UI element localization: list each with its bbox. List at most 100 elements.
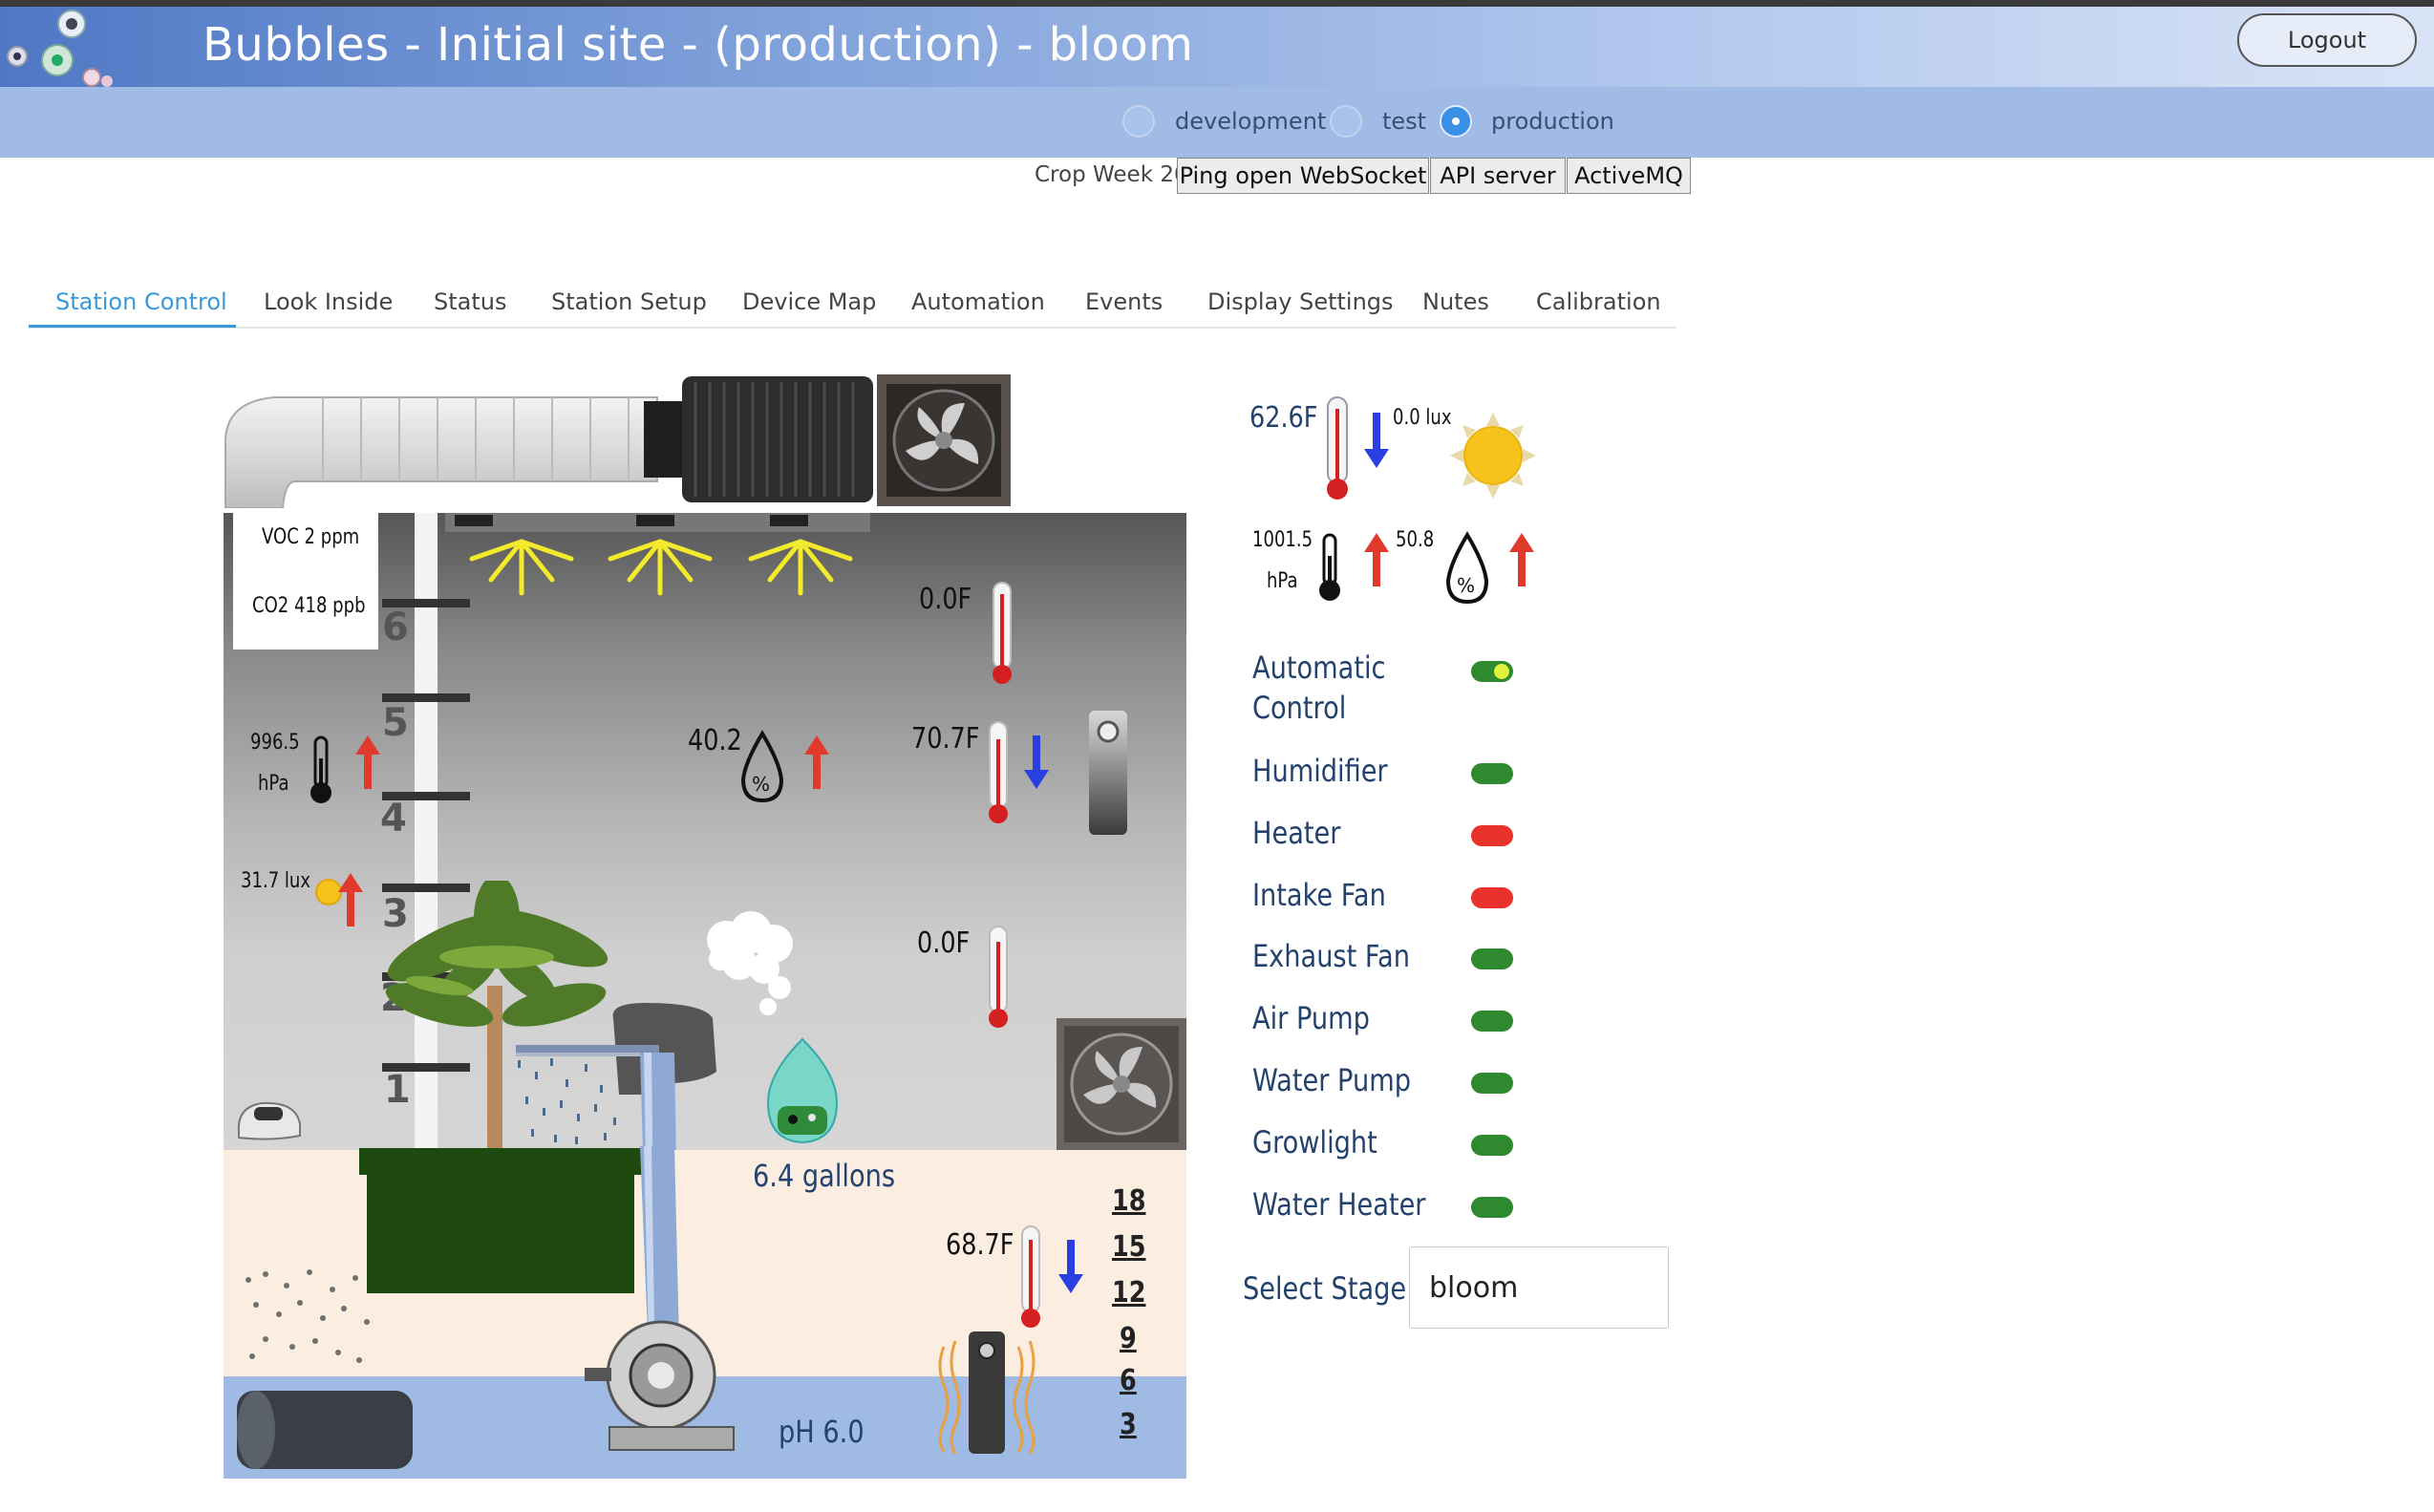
mist-icon bbox=[707, 911, 793, 1015]
tab-station-control[interactable]: Station Control bbox=[55, 288, 227, 315]
water-heater-toggle[interactable] bbox=[1471, 1197, 1513, 1218]
outside-humidity-reading: 50.8 bbox=[1396, 528, 1435, 552]
api-server-button[interactable]: API server bbox=[1430, 158, 1566, 194]
tab-events[interactable]: Events bbox=[1085, 288, 1163, 315]
arrow-down-icon bbox=[1364, 413, 1389, 468]
arrow-down-icon bbox=[1058, 1240, 1083, 1293]
temp-mid-reading: 70.7F bbox=[911, 722, 980, 756]
humidifier-icon bbox=[766, 1037, 839, 1144]
arrow-up-icon bbox=[1509, 533, 1534, 586]
ping-websocket-button[interactable]: Ping open WebSocket bbox=[1177, 158, 1429, 194]
svg-text:%: % bbox=[752, 773, 770, 796]
outside-lux-reading: 0.0 lux bbox=[1393, 406, 1452, 430]
app-header: Bubbles - Initial site - (production) - … bbox=[0, 7, 2434, 87]
reservoir-volume: 6.4 gallons bbox=[753, 1158, 896, 1194]
tab-nutes[interactable]: Nutes bbox=[1422, 288, 1489, 315]
arrow-up-icon bbox=[804, 735, 829, 789]
humidity-drop-icon: % bbox=[740, 730, 784, 803]
temp-low-reading: 0.0F bbox=[917, 926, 971, 960]
automatic-control-toggle[interactable] bbox=[1471, 661, 1513, 682]
stage-select-value: bloom bbox=[1429, 1270, 1519, 1305]
ruler-label: 5 bbox=[382, 701, 409, 745]
select-stage-label: Select Stage bbox=[1243, 1270, 1407, 1307]
pressure-unit: hPa bbox=[258, 772, 289, 796]
humidity-reading: 40.2 bbox=[688, 724, 742, 757]
humidity-drop-icon: % bbox=[1445, 531, 1489, 605]
app-title: Bubbles - Initial site - (production) - … bbox=[203, 18, 1194, 72]
co2-reading: CO2 418 ppb bbox=[252, 594, 366, 618]
heater-icon bbox=[1089, 711, 1127, 835]
control-label-heater: Heater bbox=[1252, 815, 1341, 851]
humidifier-toggle[interactable] bbox=[1471, 763, 1513, 784]
pressure-value: 996.5 bbox=[250, 731, 300, 755]
ruler-label: 4 bbox=[380, 797, 407, 841]
voc-reading: VOC 2 ppm bbox=[262, 525, 360, 549]
control-label-exhaust-fan: Exhaust Fan bbox=[1252, 938, 1410, 974]
pump-motor-icon bbox=[585, 1320, 735, 1451]
tab-station-setup[interactable]: Station Setup bbox=[551, 288, 707, 315]
light-reading: 31.7 lux bbox=[241, 869, 311, 893]
control-label-growlight: Growlight bbox=[1252, 1124, 1377, 1161]
radio-production[interactable] bbox=[1440, 105, 1472, 138]
thermometer-icon bbox=[989, 926, 1008, 1028]
env-label-development: development bbox=[1175, 108, 1327, 135]
svg-text:%: % bbox=[1457, 574, 1475, 597]
heater-toggle[interactable] bbox=[1471, 825, 1513, 846]
control-label-automatic-2: Control bbox=[1252, 690, 1347, 726]
tab-calibration[interactable]: Calibration bbox=[1536, 288, 1661, 315]
water-temp-reading: 68.7F bbox=[946, 1228, 1014, 1262]
control-label-intake-fan: Intake Fan bbox=[1252, 877, 1386, 913]
control-label-automatic: Automatic bbox=[1252, 650, 1386, 686]
temp-top-reading: 0.0F bbox=[919, 583, 972, 616]
thermometer-icon bbox=[1021, 1225, 1040, 1328]
sun-icon bbox=[1450, 413, 1536, 499]
logout-button[interactable]: Logout bbox=[2237, 13, 2417, 67]
tab-device-map[interactable]: Device Map bbox=[742, 288, 876, 315]
tab-underline bbox=[29, 327, 1676, 329]
outside-pressure-value: 1001.5 bbox=[1252, 528, 1313, 552]
barometer-icon bbox=[310, 735, 331, 803]
exhaust-fan-icon bbox=[877, 374, 1011, 506]
grow-light-icon bbox=[445, 513, 870, 596]
arrow-up-icon bbox=[338, 873, 363, 926]
growlight-toggle[interactable] bbox=[1471, 1135, 1513, 1156]
radio-test[interactable] bbox=[1330, 105, 1362, 138]
air-stone-icon bbox=[237, 1391, 413, 1469]
intake-fan-icon bbox=[1057, 1018, 1186, 1150]
crop-week-label: Crop Week 20 bbox=[1035, 162, 1188, 187]
control-label-humidifier: Humidifier bbox=[1252, 753, 1388, 789]
air-pump-toggle[interactable] bbox=[1471, 1011, 1513, 1032]
radio-development[interactable] bbox=[1122, 105, 1155, 138]
reservoir-scale-label: 6 bbox=[1120, 1364, 1137, 1397]
reservoir-scale-label: 12 bbox=[1112, 1276, 1146, 1310]
intake-fan-toggle[interactable] bbox=[1471, 887, 1513, 908]
air-stones-icon bbox=[246, 1269, 370, 1363]
reservoir-scale-label: 3 bbox=[1120, 1408, 1137, 1441]
arrow-up-icon bbox=[1364, 533, 1389, 586]
reservoir-scale-label: 18 bbox=[1112, 1184, 1146, 1218]
reservoir-scale-label: 9 bbox=[1120, 1322, 1137, 1355]
water-pump-toggle[interactable] bbox=[1471, 1073, 1513, 1094]
reservoir-scale-label: 15 bbox=[1112, 1230, 1146, 1264]
control-label-water-pump: Water Pump bbox=[1252, 1062, 1411, 1098]
plant-tray bbox=[359, 1148, 642, 1293]
control-label-water-heater: Water Heater bbox=[1252, 1186, 1426, 1223]
activemq-button[interactable]: ActiveMQ bbox=[1567, 158, 1691, 194]
stage-select[interactable]: bloom bbox=[1409, 1246, 1669, 1329]
env-label-test: test bbox=[1382, 108, 1427, 135]
top-border bbox=[0, 0, 2434, 7]
arrow-down-icon bbox=[1024, 735, 1049, 789]
thermometer-icon bbox=[993, 582, 1012, 684]
exhaust-fan-toggle[interactable] bbox=[1471, 948, 1513, 969]
arrow-up-icon bbox=[355, 735, 380, 789]
tab-look-inside[interactable]: Look Inside bbox=[264, 288, 393, 315]
barometer-icon bbox=[1319, 533, 1340, 601]
tab-status[interactable]: Status bbox=[434, 288, 506, 315]
water-heater-icon bbox=[938, 1331, 1036, 1455]
thermometer-icon bbox=[989, 721, 1008, 823]
control-label-air-pump: Air Pump bbox=[1252, 1000, 1370, 1036]
ph-reading: pH 6.0 bbox=[779, 1414, 865, 1450]
tab-display-settings[interactable]: Display Settings bbox=[1207, 288, 1394, 315]
active-tab-indicator bbox=[29, 325, 236, 328]
tab-automation[interactable]: Automation bbox=[911, 288, 1045, 315]
